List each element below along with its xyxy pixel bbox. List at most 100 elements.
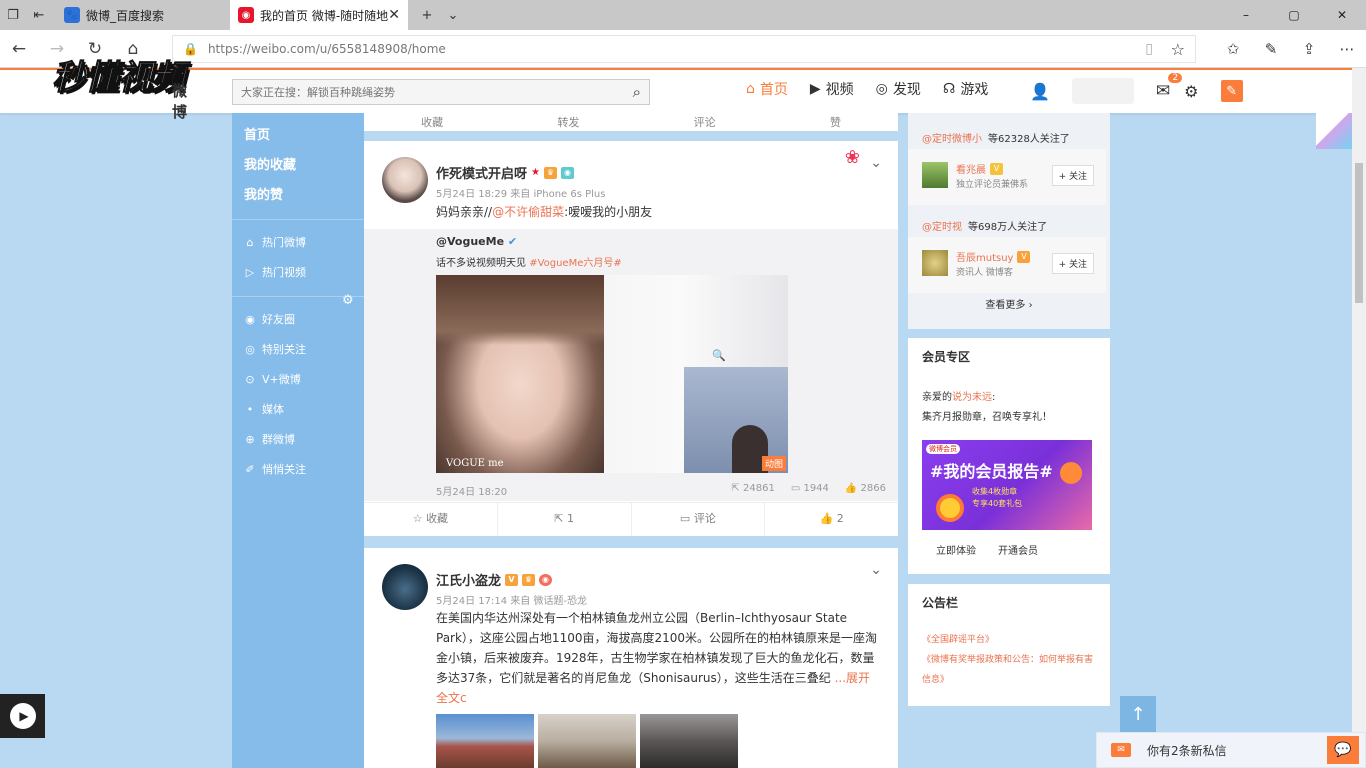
dot-icon: • <box>246 403 254 416</box>
weibo-logo-text[interactable]: 微博 <box>172 80 187 122</box>
page-scrollbar[interactable] <box>1352 68 1366 768</box>
sidebar-hot-weibo[interactable]: ⌂ 热门微博 <box>232 228 364 258</box>
vip-panel-title: 会员专区 <box>922 350 971 364</box>
pen-icon[interactable]: ✎ <box>1252 40 1290 58</box>
sidebar-special-follow[interactable]: ◎ 特别关注 <box>232 335 364 365</box>
sidebar-secret-follow[interactable]: ✐ 悄悄关注 <box>232 455 364 485</box>
notice-link[interactable]: 信息》 <box>908 670 1110 690</box>
repost-time[interactable]: 5月24日 18:20 <box>436 483 507 498</box>
header-nav: ⌂ 首页 ▶ 视频 ◎ 发现 ☊ 游戏 <box>746 79 988 99</box>
follow-button[interactable]: + 关注 <box>1051 165 1094 186</box>
like-button[interactable]: 赞 <box>830 114 841 130</box>
avatar[interactable] <box>922 250 948 276</box>
browser-tools: ✩ ✎ ⇪ ⋯ <box>1214 30 1366 68</box>
settings-gear-icon[interactable]: ⚙ <box>1184 82 1198 101</box>
sidebar-group-weibo[interactable]: ⊕ 群微博 <box>232 425 364 455</box>
hashtag-link[interactable]: #VogueMe六月号# <box>529 258 622 269</box>
sidebar-friends-circle[interactable]: ◉ 好友圈 <box>232 305 364 335</box>
favorites-list-icon[interactable]: ✩ <box>1214 40 1252 58</box>
close-tab-icon[interactable]: ✕ <box>388 7 400 23</box>
nav-video[interactable]: ▶ 视频 <box>810 79 854 99</box>
chat-bubble-icon[interactable]: 💬 <box>1327 736 1359 764</box>
video-player[interactable]: VOGUE me 动图 🔍 <box>436 275 788 473</box>
maximize-icon[interactable]: ▢ <box>1270 8 1318 22</box>
sidebar-likes[interactable]: 我的赞 <box>232 181 364 211</box>
search-input[interactable] <box>241 85 611 99</box>
previous-post-actions: 收藏 转发 评论 赞 <box>364 113 898 131</box>
sidebar-vplus[interactable]: ⊙ V+微博 <box>232 365 364 395</box>
sidebar-hot-video[interactable]: ▷ 热门视频 <box>232 258 364 288</box>
repost-button[interactable]: ⇱ 1 <box>498 503 632 536</box>
compose-icon[interactable]: ✎ <box>1220 80 1243 102</box>
see-more-link[interactable]: 查看更多 › <box>908 293 1110 319</box>
share-icon[interactable]: ⇪ <box>1290 40 1328 58</box>
sidebar-media[interactable]: • 媒体 <box>232 395 364 425</box>
tab-list-chevron-icon[interactable]: ⌄ <box>440 0 466 30</box>
nav-games[interactable]: ☊ 游戏 <box>943 79 988 99</box>
minimize-icon[interactable]: – <box>1222 8 1270 22</box>
chevron-down-icon[interactable]: ⌄ <box>870 155 882 171</box>
video-watermark: VOGUE me <box>446 458 504 469</box>
nav-discover[interactable]: ◎ 发现 <box>876 79 921 99</box>
post-image[interactable] <box>436 714 534 768</box>
repost-button[interactable]: 转发 <box>557 114 579 130</box>
notice-link[interactable]: 《微博有奖举报政策和公告：如何举报有害 <box>908 650 1110 670</box>
weibo-header: 秒懂视频微博 ⌕ ⌂首页 ▶视频 ◎发现 ☊游戏 👤 ✉2 ⚙ ✎ <box>0 58 1352 121</box>
video-icon: ▶ <box>809 81 821 97</box>
mention-link[interactable]: @不许偷甜菜 <box>492 205 564 219</box>
post-author: 作死模式开启呀 ★ ♛ ◉ <box>436 163 574 182</box>
verified-v-icon: V <box>990 162 1003 175</box>
follow-button[interactable]: + 关注 <box>1051 253 1094 274</box>
avatar[interactable] <box>922 162 948 188</box>
user-icon[interactable]: 👤 <box>1030 82 1050 101</box>
open-membership-button[interactable]: 开通会员 <box>998 542 1038 557</box>
follow-hint: @定时微博小 等62328人关注了 <box>922 133 1070 145</box>
back-icon[interactable]: ← <box>0 39 38 59</box>
search-box[interactable]: ⌕ <box>232 79 650 105</box>
repost-like-count[interactable]: 👍 2866 <box>845 483 886 498</box>
thumb-icon: 👍 <box>844 483 858 494</box>
url-field[interactable]: 🔒 https://weibo.com/u/6558148908/home ▯ … <box>172 35 1196 63</box>
repost-comment-count[interactable]: ▭ 1944 <box>791 483 829 498</box>
video-play-overlay[interactable]: ▶ <box>0 694 45 738</box>
collect-button[interactable]: ☆ 收藏 <box>364 503 498 536</box>
search-icon[interactable]: ⌕ <box>633 83 641 101</box>
chevron-down-icon[interactable]: ⌄ <box>870 562 882 578</box>
set-aside-tabs-icon[interactable]: ⇤ <box>26 0 52 30</box>
like-button[interactable]: 👍 2 <box>765 503 898 536</box>
post-image[interactable] <box>640 714 738 768</box>
sidebar-settings-gear-icon[interactable]: ⚙ <box>342 293 354 308</box>
repost-share-count[interactable]: ⇱ 24861 <box>731 483 774 498</box>
tab-baidu[interactable]: 🐾 微博_百度搜索 <box>56 0 230 30</box>
back-to-top-button[interactable]: ↑ <box>1120 696 1156 732</box>
vip-report-banner[interactable]: 微博会员 #我的会员报告# 收集4枚勋章 专享40套礼包 <box>922 440 1092 530</box>
scrollbar-thumb[interactable] <box>1355 163 1363 303</box>
sidebar-favorites[interactable]: 我的收藏 <box>232 151 364 181</box>
tab-weibo-active[interactable]: ◉ 我的首页 微博-随时随地 ✕ <box>230 0 408 30</box>
private-message-bar[interactable]: ✉ 你有2条新私信 💬 <box>1096 732 1366 768</box>
verified-v-icon: V <box>1017 250 1031 263</box>
try-now-button[interactable]: 立即体验 <box>936 542 976 557</box>
suggested-user: 吾辰mutsuy V 资讯人 微博客 + 关注 <box>908 237 1106 293</box>
nav-home[interactable]: ⌂ 首页 <box>746 79 788 99</box>
post-image[interactable] <box>538 714 636 768</box>
comment-button[interactable]: 评论 <box>694 114 716 130</box>
post-text: 妈妈亲亲//@不许偷甜菜:嗳嗳我的小朋友 <box>436 205 653 219</box>
avatar[interactable] <box>382 157 428 203</box>
close-window-icon[interactable]: ✕ <box>1318 8 1366 22</box>
notice-title: 公告栏 <box>922 596 959 610</box>
notice-link[interactable]: 《全国辟谣平台》 <box>908 630 1110 650</box>
collect-button[interactable]: 收藏 <box>421 114 443 130</box>
reading-view-icon[interactable]: ▯ <box>1145 41 1153 57</box>
repost-block: @VogueMe ✔ 话不多说视频明天见 #VogueMe六月号# VOGUE … <box>364 229 898 501</box>
favorite-star-icon[interactable]: ☆ <box>1171 40 1185 59</box>
tab-actions-icon[interactable]: ❐ <box>0 0 26 30</box>
more-icon[interactable]: ⋯ <box>1328 40 1366 58</box>
sidebar-home[interactable]: 首页 <box>232 121 364 151</box>
username-blurred[interactable] <box>1071 78 1134 104</box>
comment-button[interactable]: ▭ 评论 <box>632 503 766 536</box>
new-tab-icon[interactable]: + <box>414 0 440 30</box>
avatar[interactable] <box>382 564 428 610</box>
messages-icon[interactable]: ✉ 2 <box>1156 73 1183 101</box>
recommend-panel: @定时微博小 等62328人关注了 看兆晨 V 独立评论员兼佛系 + 关注 @定时视… <box>908 113 1110 329</box>
